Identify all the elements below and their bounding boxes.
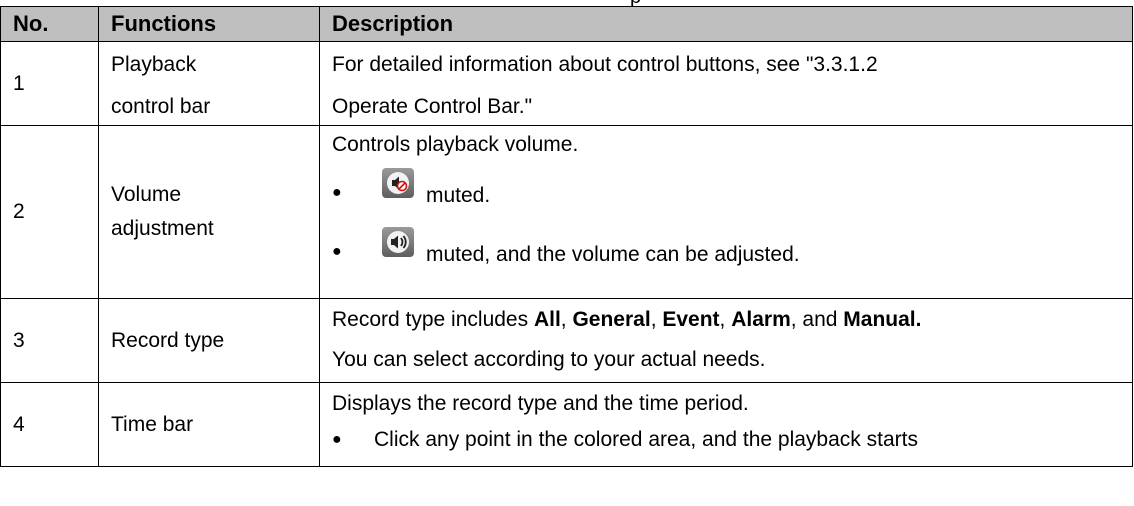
function-cell: Playback control bar [98, 41, 320, 126]
bullet-dot: ● [332, 431, 342, 448]
record-type-manual: Manual. [843, 308, 922, 331]
row-number: 1 [0, 41, 99, 126]
function-cell: Time bar [98, 382, 320, 467]
bullet-text: muted. [426, 184, 491, 208]
header-description: Description [319, 6, 1133, 42]
table-row: 2 Volume adjustment Controls playback vo… [0, 125, 1133, 299]
row-number: 3 [0, 298, 99, 383]
bullet-text: muted, and the volume can be adjusted. [426, 243, 800, 267]
header-functions: Functions [98, 6, 320, 42]
bullet-item: ● Click any point in the colored area, a… [332, 423, 1120, 457]
description-cell: Displays the record type and the time pe… [319, 382, 1133, 467]
table-row: 4 Time bar Displays the record type and … [0, 382, 1133, 467]
record-type-alarm: Alarm [731, 308, 791, 331]
bullet-dot: ● [332, 184, 342, 201]
record-type-all: All [533, 308, 561, 331]
table-row: 3 Record type Record type includes All, … [0, 298, 1133, 383]
function-cell: Volume adjustment [98, 125, 320, 299]
record-type-general: General [572, 308, 651, 331]
description-line: Displays the record type and the time pe… [332, 392, 749, 415]
function-line: adjustment [111, 217, 214, 240]
function-line: Volume [111, 183, 182, 206]
bullet-dot: ● [332, 243, 342, 260]
table-row: 1 Playback control bar For detailed info… [0, 41, 1133, 126]
description-line: For detailed information about control b… [332, 53, 878, 76]
header-no: No. [0, 6, 99, 42]
function-cell: Record type [98, 298, 320, 383]
description-line: Controls playback volume. [332, 133, 579, 156]
functions-table: No. Functions Description 1 Playback con… [0, 6, 1133, 467]
function-line: control bar [111, 95, 211, 118]
record-type-event: Event [662, 308, 720, 331]
description-cell: For detailed information about control b… [319, 41, 1133, 126]
table-header-row: No. Functions Description [0, 6, 1133, 42]
speaker-muted-icon [382, 168, 414, 209]
description-cell: Controls playback volume. ● muted. ● mut… [319, 125, 1133, 299]
description-line: Record type includes All, General, Event… [332, 308, 922, 331]
speaker-unmuted-icon [382, 227, 414, 268]
bullet-item: ● [332, 168, 1120, 217]
description-cell: Record type includes All, General, Event… [319, 298, 1133, 383]
function-line: Playback [111, 53, 197, 76]
description-line: Operate Control Bar." [332, 95, 533, 118]
bullet-item: ● [332, 227, 1120, 276]
row-number: 4 [0, 382, 99, 467]
description-line: You can select according to your actual … [332, 348, 766, 371]
row-number: 2 [0, 125, 99, 299]
bullet-text: Click any point in the colored area, and… [374, 428, 918, 451]
